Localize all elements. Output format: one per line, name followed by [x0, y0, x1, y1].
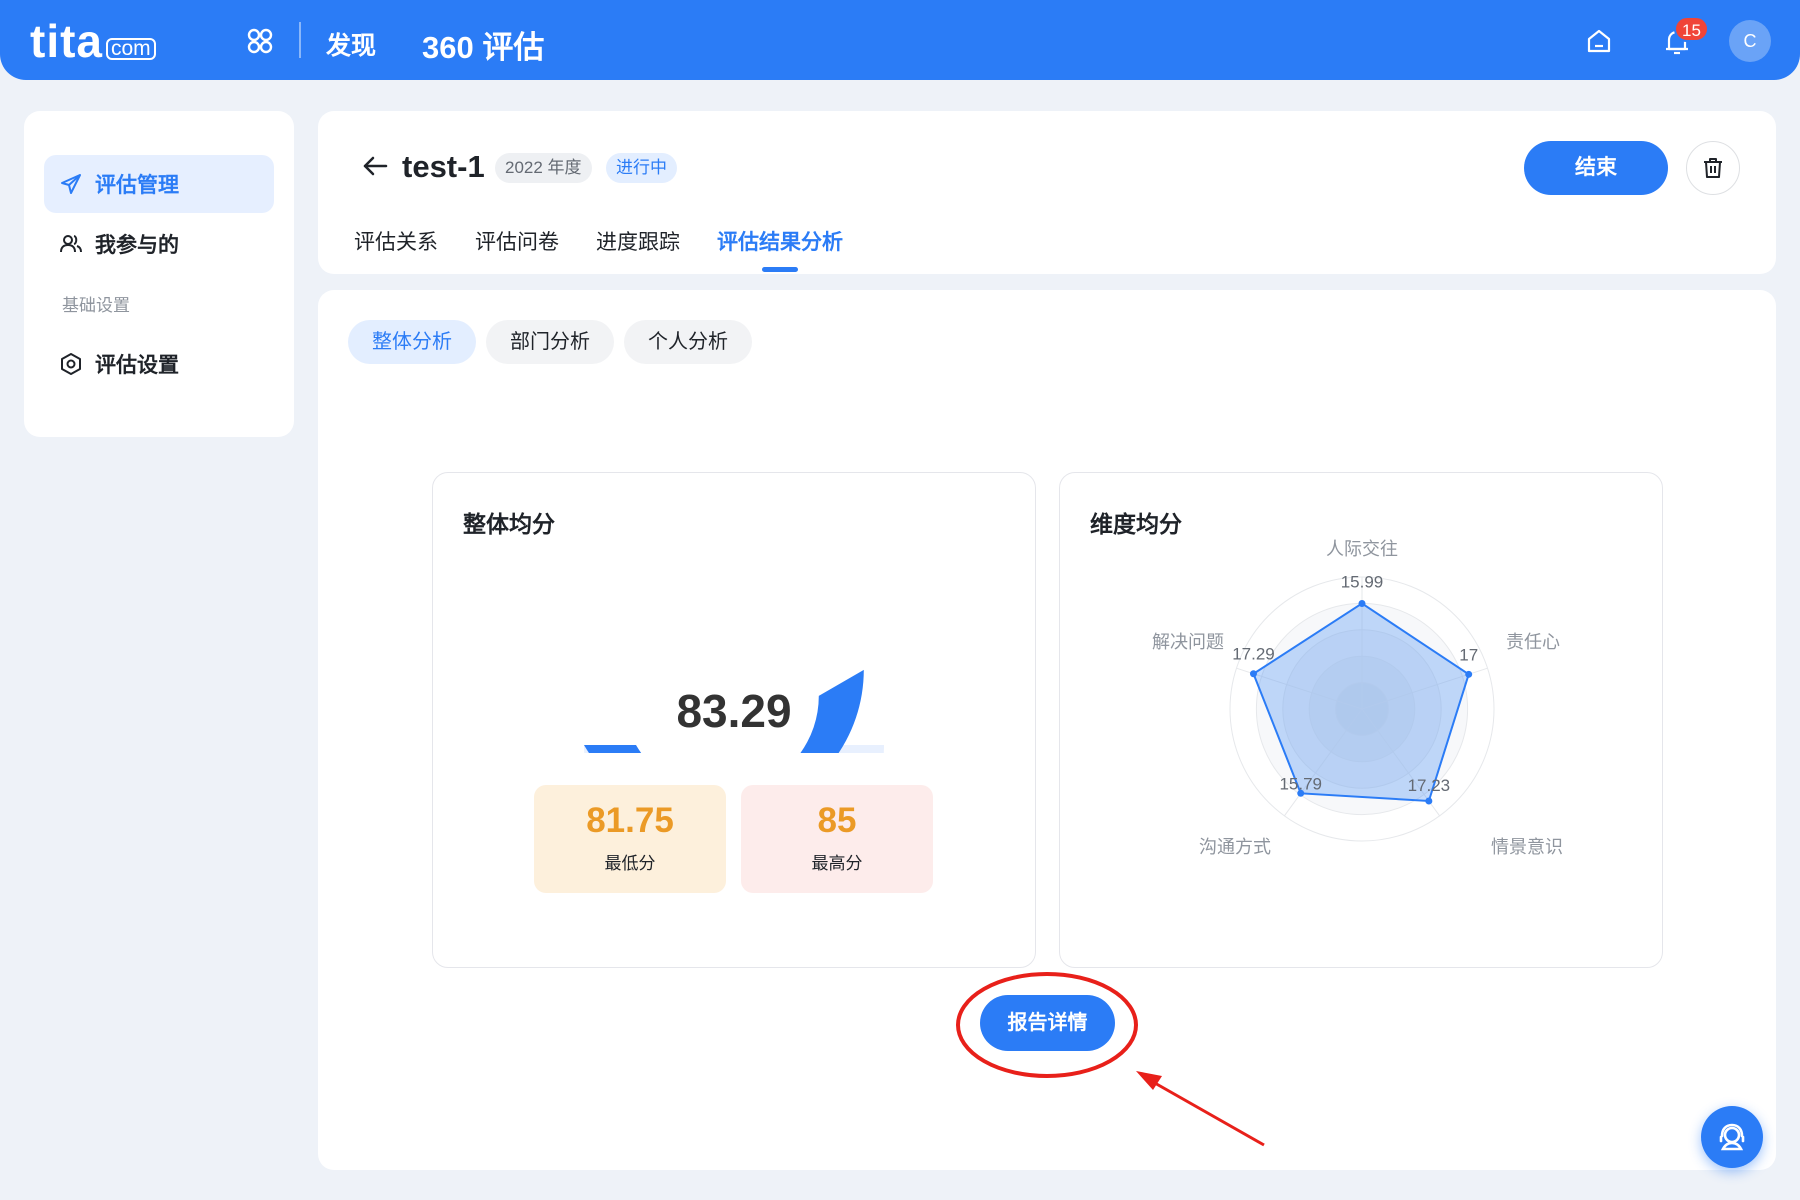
back-arrow-icon[interactable] [360, 151, 390, 181]
tab-questionnaire[interactable]: 评估问卷 [475, 226, 559, 256]
overall-score-panel: 整体均分 83.29 81.75 最低分 85 最高分 [432, 472, 1036, 968]
nav-divider [299, 22, 301, 58]
min-score-card: 81.75 最低分 [534, 785, 726, 893]
end-button[interactable]: 结束 [1524, 141, 1668, 195]
radar-value-label: 15.79 [1279, 774, 1322, 793]
tab-progress[interactable]: 进度跟踪 [596, 226, 680, 256]
project-title: test-1 [402, 149, 485, 184]
customer-service-button[interactable] [1701, 1106, 1763, 1168]
trash-icon [1704, 158, 1722, 178]
delete-button[interactable] [1686, 141, 1740, 195]
tab-relations[interactable]: 评估关系 [354, 226, 438, 256]
sidebar-item-label: 评估设置 [95, 354, 179, 377]
radar-data-point [1465, 670, 1473, 678]
current-module-title: 360 评估 [422, 30, 545, 65]
radar-value-label: 15.99 [1341, 572, 1384, 591]
top-navigation-bar: tita com 发现 360 评估 15 C [0, 0, 1800, 80]
gauge-segment-separator [624, 635, 669, 680]
apps-grid-icon[interactable] [246, 27, 274, 55]
logo-suffix: com [106, 38, 156, 60]
sidebar-section-basic-settings: 基础设置 [62, 296, 130, 315]
home-icon[interactable] [1585, 27, 1613, 55]
project-header-card: test-1 2022 年度 进行中 结束 评估关系 评估问卷 进度跟踪 评估结… [318, 111, 1776, 274]
subtab-overall-analysis[interactable]: 整体分析 [348, 320, 476, 364]
dimension-radar-chart: 人际交往责任心情景意识 沟通方式 解决问题 15.99 17 17.23 15.79 17.2… [1152, 539, 1563, 857]
min-score-value: 81.75 [586, 801, 674, 840]
analysis-subtabs: 整体分析 部门分析 个人分析 [348, 320, 762, 364]
radar-data-point [1358, 599, 1366, 607]
gauge-score-value: 83.29 [676, 685, 791, 737]
sidebar-item-label: 评估管理 [95, 174, 179, 197]
radar-data-point [1249, 670, 1257, 678]
tita-logo[interactable]: tita com [30, 14, 156, 64]
sidebar-item-assessment-settings[interactable]: 评估设置 [44, 335, 274, 393]
project-tabs: 评估关系 评估问卷 进度跟踪 评估结果分析 [354, 226, 880, 256]
radar-value-label: 17.23 [1408, 776, 1451, 795]
sidebar-item-assessment-management[interactable]: 评估管理 [44, 155, 274, 213]
year-tag: 2022 年度 [495, 153, 592, 183]
send-icon [61, 174, 81, 194]
user-avatar[interactable]: C [1729, 20, 1771, 62]
sidebar: 评估管理 我参与的 基础设置 评估设置 [24, 111, 294, 437]
radar-axis-label: 解决问题 [1152, 632, 1224, 652]
max-score-value: 85 [817, 801, 857, 840]
dimension-score-panel: 维度均分 人际交往 责任心 情景意识 沟通方式 解决问题 15.99 17 17.23 15.7… [1059, 472, 1663, 968]
max-score-label: 最高分 [811, 854, 863, 873]
radar-value-label: 17.29 [1232, 645, 1275, 664]
headset-icon [1719, 1123, 1745, 1151]
overall-score-title: 整体均分 [463, 511, 555, 537]
gauge-segment-separator [799, 635, 844, 680]
nav-discover-link[interactable]: 发现 [326, 26, 376, 62]
radar-axis-label: 人际交往 [1326, 539, 1398, 559]
radar-axis-label: 沟通方式 [1199, 837, 1271, 857]
min-score-label: 最低分 [604, 854, 656, 873]
notification-badge: 15 [1674, 16, 1709, 42]
radar-value-label: 17 [1459, 645, 1478, 664]
report-details-button[interactable]: 报告详情 [980, 995, 1115, 1051]
sidebar-item-label: 我参与的 [95, 234, 179, 257]
radar-axis-label: 情景意识 [1491, 837, 1563, 857]
score-gauge-chart: 83.29 [584, 593, 884, 753]
people-icon [60, 235, 82, 253]
analysis-content-card: 整体分析 部门分析 个人分析 整体均分 83.29 81.75 最低分 85 最… [318, 290, 1776, 1170]
status-badge: 进行中 [606, 153, 677, 183]
settings-icon [61, 353, 81, 375]
tab-result-analysis[interactable]: 评估结果分析 [717, 226, 843, 256]
logo-text: tita [30, 15, 103, 67]
sidebar-item-participated[interactable]: 我参与的 [44, 215, 274, 273]
max-score-card: 85 最高分 [741, 785, 933, 893]
subtab-individual-analysis[interactable]: 个人分析 [624, 320, 752, 364]
subtab-department-analysis[interactable]: 部门分析 [486, 320, 614, 364]
radar-data-point [1425, 797, 1433, 805]
radar-axis-label: 责任心 [1506, 632, 1560, 652]
